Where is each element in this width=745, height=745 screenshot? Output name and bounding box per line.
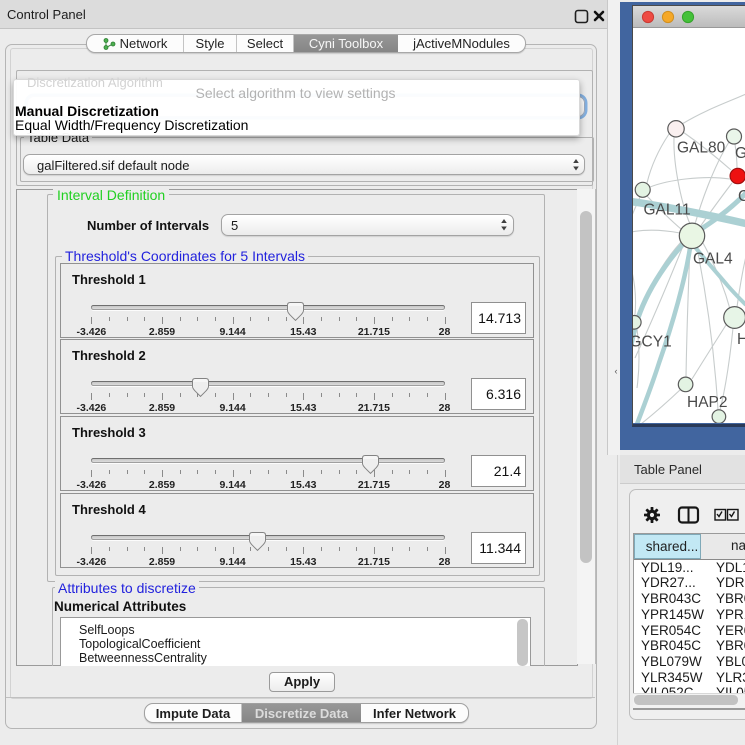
svg-text:C: C <box>738 188 745 205</box>
svg-text:H: H <box>737 331 745 348</box>
svg-text:GAL4: GAL4 <box>693 251 733 268</box>
svg-text:GAL11: GAL11 <box>644 202 691 219</box>
svg-text:GCY1: GCY1 <box>633 334 672 351</box>
svg-text:GAL80: GAL80 <box>677 140 726 157</box>
svg-text:G: G <box>735 145 745 162</box>
svg-text:HAP2: HAP2 <box>687 394 728 411</box>
